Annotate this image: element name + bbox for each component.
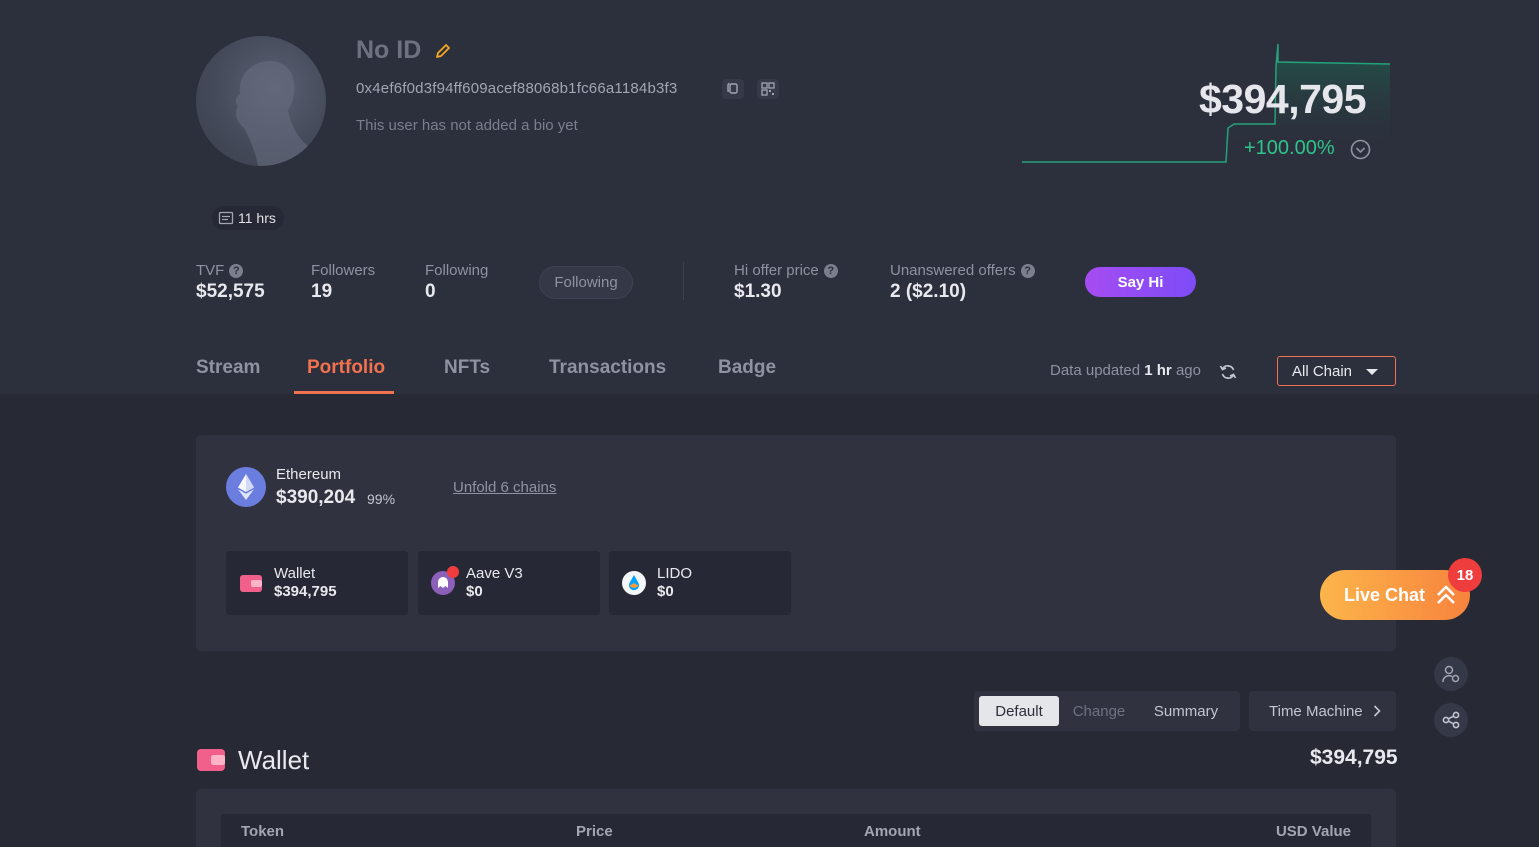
chain-value: $390,204 [276,487,356,508]
stat-tvf: TVF? $52,575 [196,262,265,303]
say-hi-button[interactable]: Say Hi [1085,267,1196,297]
updated-suffix: ago [1175,362,1201,379]
user-settings-button[interactable] [1434,657,1468,691]
help-icon[interactable]: ? [823,263,838,278]
follow-button[interactable]: Following [539,266,633,299]
stat-unanswered-offers: Unanswered offers? 2 ($2.10) [890,262,1035,303]
lido-icon [622,571,646,595]
active-tab-indicator [294,391,394,394]
column-usd-value[interactable]: USD Value [1276,823,1351,840]
chain-select-value: All Chain [1292,362,1353,380]
time-machine-label: Time Machine [1269,702,1363,720]
help-icon[interactable]: ? [229,263,244,278]
qr-code-icon[interactable] [757,79,779,99]
tvf-label: TVF [196,262,225,279]
wallet-table-header: Token Price Amount USD Value [221,814,1371,847]
protocol-card-wallet[interactable]: Wallet $394,795 [226,551,408,615]
divider [683,262,684,300]
chain-panel [196,435,1396,651]
followers-label: Followers [311,262,376,279]
view-change-button[interactable]: Change [1064,696,1134,726]
tab-badge[interactable]: Badge [718,357,776,379]
view-summary-button[interactable]: Summary [1146,696,1226,726]
unanswered-value: 2 ($2.10) [890,281,967,302]
net-worth-value: $394,795 [1199,76,1367,122]
share-icon [1442,711,1460,729]
tab-portfolio[interactable]: Portfolio [307,357,385,379]
wallet-icon [197,749,225,771]
refresh-icon[interactable] [1218,362,1238,382]
user-gear-icon [1442,665,1460,683]
edit-icon[interactable] [434,42,452,60]
column-token[interactable]: Token [241,823,284,840]
help-icon[interactable]: ? [1020,263,1035,278]
profile-name: No ID [356,36,422,64]
protocol-name: Wallet [274,565,316,582]
ethereum-icon [226,467,266,507]
net-worth-change: +100.00% [1244,137,1335,159]
chain-name: Ethereum [276,466,342,483]
account-age-badge: 11 hrs [212,206,284,230]
chain-percent: 99% [367,491,396,507]
copy-icon[interactable] [722,79,744,99]
chain-select[interactable]: All Chain [1277,356,1396,386]
protocol-name: LIDO [657,565,693,582]
unfold-chains-link[interactable]: Unfold 6 chains [453,479,556,496]
view-default-button[interactable]: Default [979,696,1059,726]
time-machine-button[interactable]: Time Machine [1249,691,1396,731]
followers-value: 19 [311,281,333,302]
stat-followers[interactable]: Followers 19 [311,262,375,303]
unanswered-label: Unanswered offers [890,262,1016,279]
data-updated-text: Data updated 1 hr ago [1050,362,1201,379]
view-mode-toggle: Default Change Summary [974,691,1240,731]
chevron-down-circle-icon[interactable] [1350,139,1371,160]
calendar-icon [218,211,234,225]
protocol-value: $394,795 [274,583,337,600]
caret-down-icon [1366,369,1378,375]
protocol-value: $0 [657,583,674,600]
stat-following[interactable]: Following 0 [425,262,488,303]
stat-hi-offer: Hi offer price? $1.30 [734,262,838,303]
avatar-silhouette-icon [235,60,316,166]
aave-icon [431,566,459,595]
wallet-section-title: Wallet [238,745,310,775]
account-age-text: 11 hrs [238,210,276,226]
column-price[interactable]: Price [576,823,613,840]
column-amount[interactable]: Amount [864,823,921,840]
protocol-value: $0 [466,583,483,600]
live-chat-count-badge: 18 [1448,558,1482,592]
chevron-right-icon [1373,705,1381,717]
tab-transactions[interactable]: Transactions [549,357,666,379]
wallet-address: 0x4ef6f0d3f94ff609acef88068b1fc66a1184b3… [356,80,678,97]
hi-offer-label: Hi offer price [734,262,819,279]
tvf-value: $52,575 [196,281,265,302]
tab-nfts[interactable]: NFTs [444,357,490,379]
tab-stream[interactable]: Stream [196,357,260,379]
protocol-card-aave[interactable]: Aave V3 $0 [418,551,600,615]
protocol-card-lido[interactable]: LIDO $0 [609,551,791,615]
wallet-section-total: $394,795 [1310,746,1398,769]
hi-offer-value: $1.30 [734,281,782,302]
profile-bio: This user has not added a bio yet [356,117,578,134]
wallet-icon [239,571,263,595]
live-chat-label: Live Chat [1344,584,1426,605]
updated-prefix: Data updated [1050,362,1141,379]
updated-time: 1 hr [1144,362,1172,379]
following-value: 0 [425,281,436,302]
avatar [196,36,326,166]
protocol-name: Aave V3 [466,565,523,582]
following-label: Following [425,262,489,279]
share-button[interactable] [1434,703,1468,737]
